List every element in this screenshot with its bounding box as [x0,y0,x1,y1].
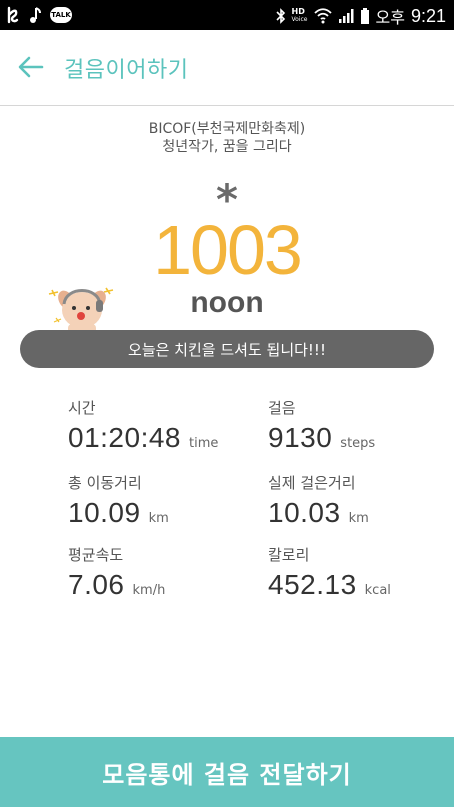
hd-label: HD [291,7,305,16]
event-name: BICOF(부천국제만화축제) [148,121,306,137]
music-note-icon [28,5,42,25]
app-bar: 걸음이어하기 [0,30,454,106]
stat-label: 실제 걸은거리 [268,474,356,492]
page-title: 걸음이어하기 [64,58,189,83]
stat-row: 01:20:48 time [68,422,268,454]
stat-avg-speed: 평균속도 7.06 km/h [68,545,268,601]
stat-time: 시간 01:20:48 time [68,398,268,454]
stat-row: 7.06 km/h [68,569,268,601]
stat-label: 칼로리 [268,546,310,564]
event-info: BICOF(부천국제만화축제) 청년작가, 꿈을 그리다 [0,120,454,156]
stat-label: 시간 [68,399,96,417]
arrow-left-icon [18,56,44,82]
stat-unit: time [189,436,219,451]
stat-unit: km [348,511,369,526]
status-bar: TALK HD Voice 오후 9:21 [0,0,454,30]
back-button[interactable] [14,52,48,86]
stat-calories: 칼로리 452.13 kcal [268,545,454,601]
stat-label: 걸음 [268,399,296,417]
stat-row: 10.09 km [68,497,268,529]
signal-icon [338,6,354,26]
participant-number: 1003 [153,211,303,289]
stat-unit: km/h [132,583,166,598]
stat-value: 01:20:48 [68,422,181,453]
banner-text: 오늘은 치킨을 드셔도 됩니다!!! [128,340,326,359]
event-subtitle: 청년작가, 꿈을 그리다 [162,139,292,155]
deliver-steps-button[interactable]: 모음통에 걸음 전달하기 [0,737,454,807]
wifi-icon [313,6,332,26]
stat-steps: 걸음 9130 steps [268,398,454,454]
stat-unit: steps [340,436,376,451]
stat-row: 452.13 kcal [268,569,454,601]
stat-value: 10.03 [268,497,341,528]
stat-label: 평균속도 [68,546,124,564]
stat-value: 452.13 [268,569,357,600]
stat-walked-distance: 실제 걸은거리 10.03 km [268,473,454,529]
battery-icon [360,6,370,26]
stat-unit: kcal [364,583,391,598]
voice-label: Voice [291,16,308,23]
stat-value: 7.06 [68,569,125,600]
kakaostory-icon [6,5,20,25]
status-ampm: 오후 [375,8,405,27]
bluetooth-icon [275,6,286,26]
system-icons: HD Voice 오후 9:21 [275,4,446,28]
stat-unit: km [148,511,169,526]
status-time: 9:21 [410,5,446,26]
message-banner: 오늘은 치킨을 드셔도 됩니다!!! [20,330,434,368]
mascot-character [46,278,122,334]
stat-label: 총 이동거리 [68,474,142,492]
stat-value: 10.09 [68,497,141,528]
stat-value: 9130 [268,422,333,453]
notification-icons: TALK [6,5,72,25]
kakaotalk-icon: TALK [50,5,72,25]
stat-row: 10.03 km [268,497,454,529]
hd-voice-indicator: HD Voice [292,8,308,24]
stat-row: 9130 steps [268,422,454,454]
stat-total-distance: 총 이동거리 10.09 km [68,473,268,529]
